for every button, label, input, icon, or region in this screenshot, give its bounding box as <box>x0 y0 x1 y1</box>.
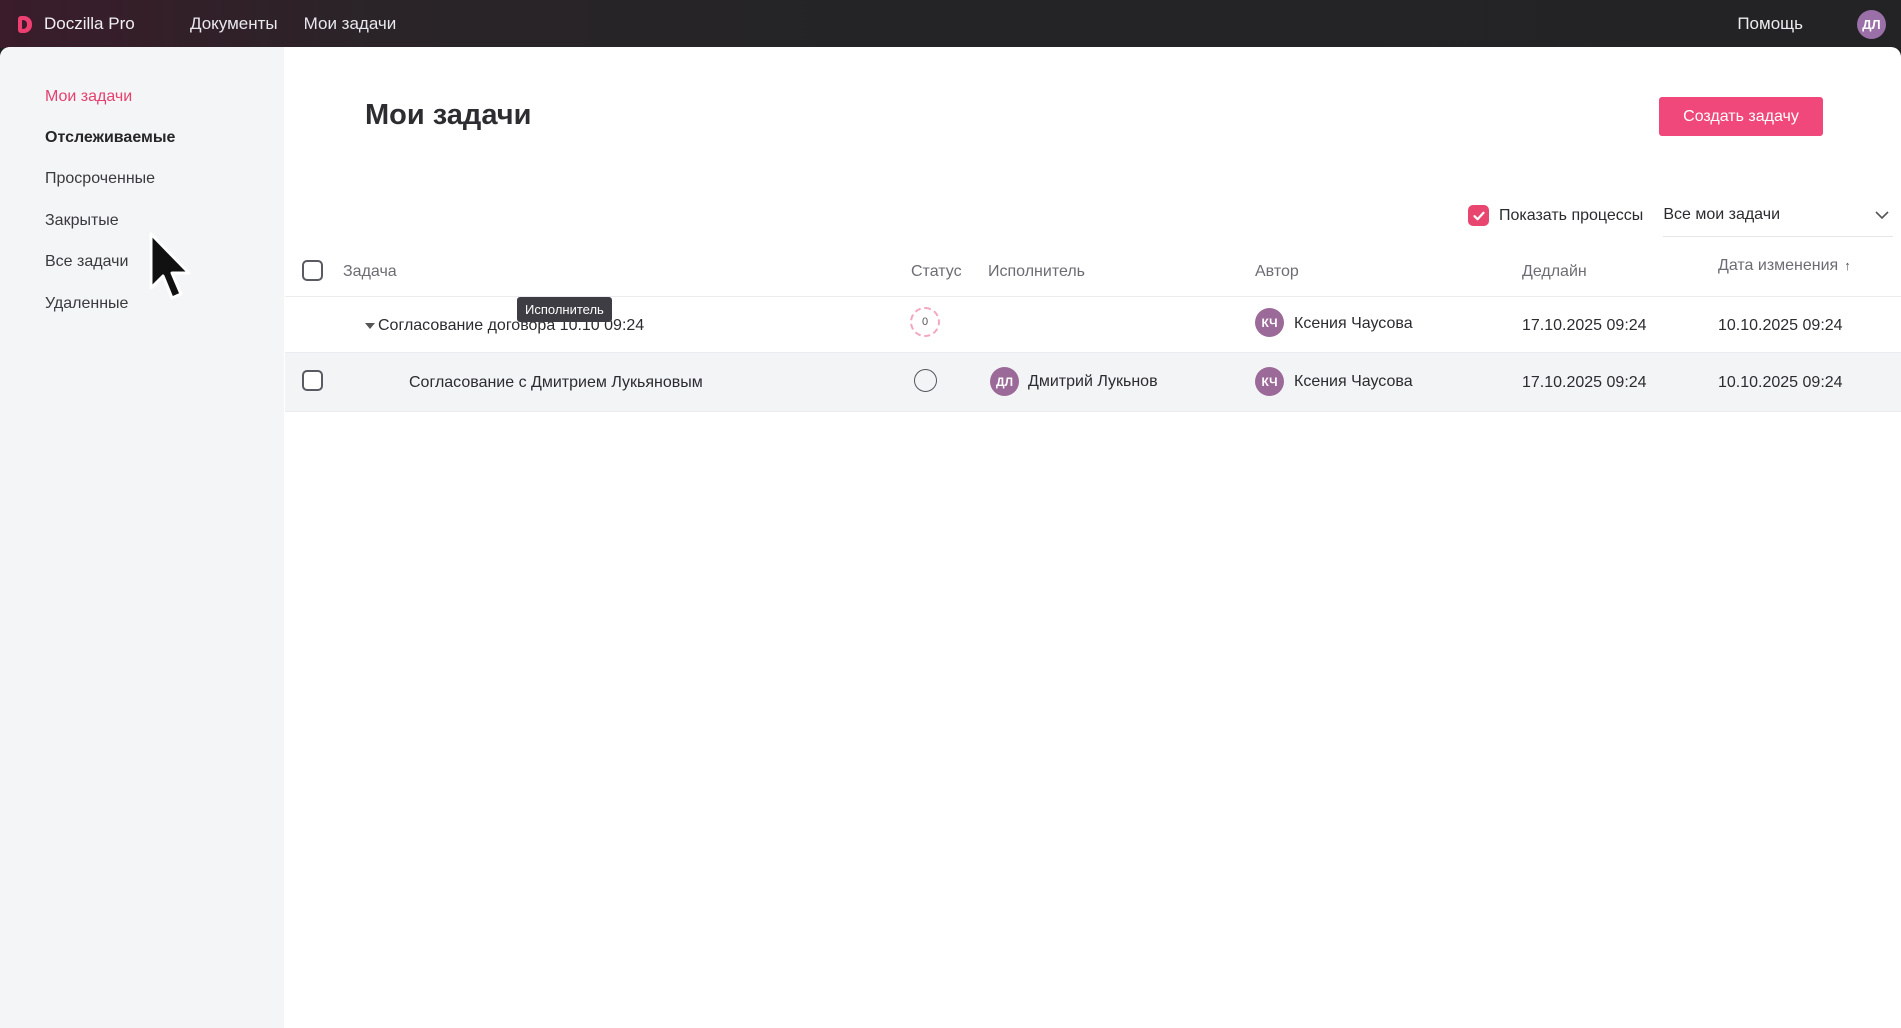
caret-down-icon[interactable] <box>365 323 375 329</box>
page-title: Мои задачи <box>365 99 532 131</box>
sidebar-item-deleted[interactable]: Удаленные <box>45 295 128 313</box>
show-processes-checkbox[interactable] <box>1468 205 1489 226</box>
sidebar: Мои задачи Отслеживаемые Просроченные За… <box>0 47 284 1028</box>
doczilla-logo-icon <box>18 15 32 33</box>
author-avatar: КЧ <box>1255 308 1284 337</box>
tooltip: Исполнитель <box>517 297 612 322</box>
task-filter-select[interactable]: Все мои задачи <box>1663 206 1894 237</box>
status-circle-icon[interactable] <box>914 369 937 392</box>
create-task-button[interactable]: Создать задачу <box>1659 97 1823 136</box>
deadline: 17.10.2025 09:24 <box>1522 317 1647 334</box>
brand-name: Doczilla Pro <box>44 14 135 33</box>
nav-my-tasks[interactable]: Мои задачи <box>304 14 397 34</box>
task-name[interactable]: Согласование с Дмитрием Лукьяновым <box>409 374 703 392</box>
deadline: 17.10.2025 09:24 <box>1522 374 1647 391</box>
author-name: Ксения Чаусова <box>1294 315 1413 332</box>
chevron-down-icon <box>1875 210 1889 219</box>
user-avatar[interactable]: ДЛ <box>1857 9 1886 39</box>
filter-row: Показать процессы Все мои задачи <box>1468 194 1894 237</box>
brand[interactable]: Doczilla Pro <box>18 14 190 34</box>
task-filter-value: Все мои задачи <box>1663 206 1780 223</box>
mouse-cursor-icon <box>149 232 191 300</box>
sidebar-item-overdue[interactable]: Просроченные <box>45 170 155 188</box>
assignee-name: Дмитрий Лукьнов <box>1028 373 1158 390</box>
assignee-avatar: ДЛ <box>990 367 1019 396</box>
top-bar: Doczilla Pro Документы Мои задачи Помощь… <box>0 0 1901 48</box>
main-content: Мои задачи Создать задачу Показать проце… <box>285 47 1901 1028</box>
status-indicator: 0 <box>910 307 940 337</box>
select-all-checkbox[interactable] <box>302 260 323 281</box>
sidebar-item-closed[interactable]: Закрытые <box>45 212 119 230</box>
check-icon <box>1472 211 1485 220</box>
sidebar-item-all-tasks[interactable]: Все задачи <box>45 253 128 271</box>
sidebar-item-my-tasks[interactable]: Мои задачи <box>45 88 132 106</box>
column-modified-label: Дата изменения <box>1718 257 1839 274</box>
sidebar-item-watched[interactable]: Отслеживаемые <box>45 129 175 147</box>
column-assignee[interactable]: Исполнитель <box>988 263 1085 281</box>
column-task[interactable]: Задача <box>343 263 397 281</box>
top-nav: Документы Мои задачи <box>190 14 396 34</box>
column-modified[interactable]: Дата изменения ↑ <box>1718 257 1851 275</box>
top-right: Помощь ДЛ <box>1737 9 1901 39</box>
author-name: Ксения Чаусова <box>1294 373 1413 390</box>
row-divider <box>285 411 1901 412</box>
app-shell: Мои задачи Отслеживаемые Просроченные За… <box>0 47 1901 1028</box>
arrow-up-icon: ↑ <box>1844 258 1851 273</box>
author-avatar: КЧ <box>1255 367 1284 396</box>
nav-documents[interactable]: Документы <box>190 14 278 34</box>
column-status[interactable]: Статус <box>911 263 962 281</box>
column-deadline[interactable]: Дедлайн <box>1522 263 1587 281</box>
row-checkbox[interactable] <box>302 370 323 391</box>
show-processes-label[interactable]: Показать процессы <box>1499 207 1643 225</box>
column-author[interactable]: Автор <box>1255 263 1299 281</box>
help-link[interactable]: Помощь <box>1737 14 1803 34</box>
modified-date: 10.10.2025 09:24 <box>1718 374 1843 391</box>
modified-date: 10.10.2025 09:24 <box>1718 317 1843 334</box>
